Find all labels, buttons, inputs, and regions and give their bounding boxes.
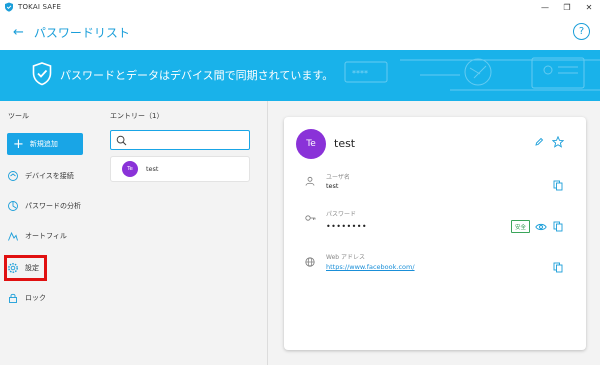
search-icon (116, 135, 127, 146)
globe-icon (305, 257, 315, 267)
user-icon (305, 176, 315, 186)
sidebar-item-label: デバイスを接続 (25, 172, 74, 180)
entries-title: エントリー（1） (110, 112, 164, 120)
minimize-button[interactable]: — (534, 0, 556, 14)
entry-title: test (334, 137, 356, 150)
banner-password-mask: **** (352, 69, 368, 78)
username-value: test (326, 182, 339, 190)
close-button[interactable]: ✕ (578, 0, 600, 14)
show-password-eye-icon[interactable] (535, 223, 547, 231)
page-header: ← パスワードリスト ? (0, 14, 600, 50)
autofill-icon (8, 231, 18, 241)
lock-icon (9, 293, 17, 303)
add-new-label: 新規追加 (29, 140, 58, 148)
favorite-star-icon[interactable] (552, 136, 564, 148)
settings-highlight-box (4, 255, 47, 281)
password-label: パスワード (326, 211, 357, 218)
edit-pencil-icon[interactable] (534, 137, 544, 147)
entry-detail-card: Te test ユーザ名 test パスワード •••••••• 安全 Web … (284, 117, 586, 350)
banner-text: パスワードとデータはデバイス間で同期されています。 (60, 69, 334, 82)
question-icon: ? (578, 26, 585, 37)
avatar: Te (296, 129, 326, 159)
sidebar-item-password-analysis[interactable]: パスワードの分析 (7, 196, 81, 216)
title-bar: TOKAI SAFE — ❐ ✕ (0, 0, 600, 14)
banner-decoration: **** (344, 57, 600, 91)
entry-list-item[interactable]: Te test (110, 156, 250, 182)
sync-banner: パスワードとデータはデバイス間で同期されています。 **** (0, 50, 600, 101)
app-title: TOKAI SAFE (18, 3, 62, 11)
sidebar-item-lock[interactable]: ロック (7, 288, 46, 308)
avatar: Te (122, 161, 138, 177)
window-controls: — ❐ ✕ (534, 0, 600, 14)
entries-panel: エントリー（1） Te test (94, 101, 267, 365)
page-title: パスワードリスト (33, 25, 130, 40)
web-address-label: Web アドレス (326, 254, 365, 261)
password-strength-badge: 安全 (511, 220, 530, 233)
tools-sidebar: ツール + 新規追加 デバイスを接続 パスワードの分析 オートフィル 設定 ロッ… (0, 101, 94, 365)
sidebar-item-label: オートフィル (25, 232, 67, 240)
tools-label: ツール (8, 112, 29, 120)
sidebar-item-label: パスワードの分析 (25, 202, 81, 210)
back-arrow-icon[interactable]: ← (13, 25, 24, 40)
search-input[interactable] (110, 130, 250, 150)
copy-username-icon[interactable] (553, 180, 563, 191)
entry-name: test (146, 165, 159, 173)
key-icon (305, 215, 316, 221)
maximize-button[interactable]: ❐ (556, 0, 578, 14)
username-label: ユーザ名 (326, 174, 350, 181)
analysis-icon (8, 201, 18, 211)
password-value: •••••••• (326, 222, 367, 231)
sidebar-item-autofill[interactable]: オートフィル (7, 226, 67, 246)
add-new-button[interactable]: + 新規追加 (7, 133, 83, 155)
plus-icon: + (13, 136, 24, 152)
shield-check-icon (32, 62, 52, 86)
panel-divider (267, 101, 268, 365)
help-button[interactable]: ? (573, 23, 590, 40)
web-address-link[interactable]: https://www.facebook.com/ (326, 263, 415, 271)
copy-web-address-icon[interactable] (553, 262, 563, 273)
device-sync-icon (8, 171, 18, 181)
copy-password-icon[interactable] (553, 221, 563, 232)
sidebar-item-connect-device[interactable]: デバイスを接続 (7, 166, 74, 186)
sidebar-item-label: ロック (25, 294, 46, 302)
app-shield-icon (5, 2, 13, 12)
